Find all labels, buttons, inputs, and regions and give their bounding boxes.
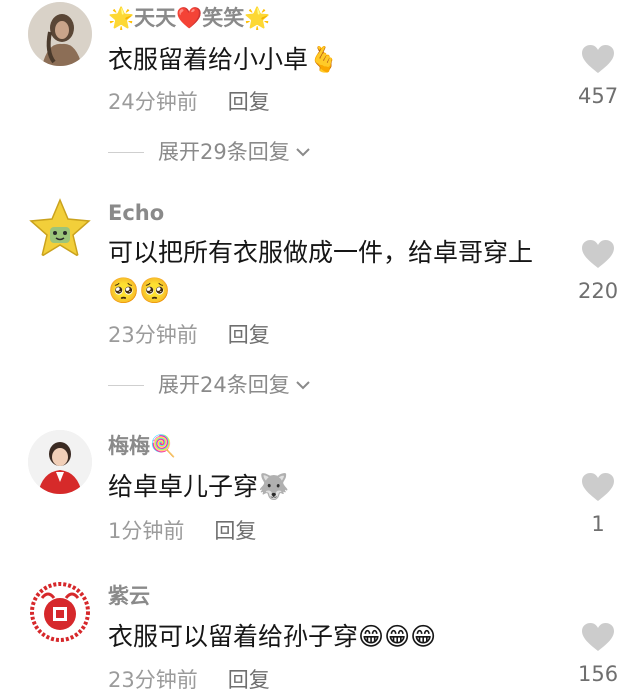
like-count: 457 bbox=[578, 84, 619, 108]
like-button[interactable]: 457 bbox=[578, 44, 618, 110]
timestamp: 23分钟前 bbox=[108, 323, 198, 347]
reply-button[interactable]: 回复 bbox=[228, 668, 270, 692]
comment-item: Echo 可以把所有衣服做成一件，给卓哥穿上🥺🥺 23分钟前 回复 展开24条回复… bbox=[0, 195, 640, 405]
heart-icon bbox=[582, 240, 614, 268]
avatar[interactable] bbox=[28, 580, 92, 644]
reply-button[interactable]: 回复 bbox=[214, 519, 256, 543]
like-button[interactable]: 1 bbox=[578, 472, 618, 538]
comment-meta: 23分钟前 回复 bbox=[108, 666, 270, 694]
reply-button[interactable]: 回复 bbox=[228, 90, 270, 114]
username[interactable]: Echo bbox=[108, 199, 164, 227]
star-character-avatar-icon bbox=[28, 197, 92, 261]
expand-replies-label: 展开24条回复 bbox=[158, 373, 290, 397]
username[interactable]: 梅梅🍭 bbox=[108, 432, 176, 460]
username[interactable]: 紫云 bbox=[108, 582, 150, 610]
like-count: 1 bbox=[591, 512, 605, 536]
reply-button[interactable]: 回复 bbox=[228, 323, 270, 347]
comment-text: 给卓卓儿子穿🐺 bbox=[108, 472, 290, 501]
heart-icon bbox=[582, 45, 614, 73]
avatar[interactable] bbox=[28, 197, 92, 261]
like-button[interactable]: 156 bbox=[578, 622, 618, 688]
like-button[interactable]: 220 bbox=[578, 239, 618, 305]
like-count: 220 bbox=[578, 279, 619, 303]
heart-icon bbox=[582, 623, 614, 651]
comment-text: 衣服可以留着给孙子穿😁😁😁 bbox=[108, 622, 437, 651]
comment-text: 可以把所有衣服做成一件，给卓哥穿上🥺🥺 bbox=[108, 238, 534, 305]
username[interactable]: 🌟天天❤️笑笑🌟 bbox=[108, 4, 270, 32]
chevron-down-icon bbox=[296, 148, 310, 157]
comment-meta: 23分钟前 回复 bbox=[108, 321, 270, 349]
comment-item: 梅梅🍭 给卓卓儿子穿🐺 1分钟前 回复 1 bbox=[0, 428, 640, 558]
woman-portrait-avatar-icon bbox=[28, 2, 92, 66]
comment-text: 衣服留着给小小卓🫰 bbox=[108, 45, 340, 74]
expand-replies-button[interactable]: 展开29条回复 bbox=[108, 138, 312, 166]
woman-red-jacket-avatar-icon bbox=[28, 430, 92, 494]
expand-replies-label: 展开29条回复 bbox=[158, 140, 290, 164]
heart-icon bbox=[582, 473, 614, 501]
comment-item: 🌟天天❤️笑笑🌟 衣服留着给小小卓🫰 24分钟前 回复 展开29条回复 457 bbox=[0, 0, 640, 180]
timestamp: 23分钟前 bbox=[108, 668, 198, 692]
avatar[interactable] bbox=[28, 430, 92, 494]
red-papercut-avatar-icon bbox=[28, 580, 92, 644]
comment-meta: 24分钟前 回复 bbox=[108, 88, 270, 116]
timestamp: 1分钟前 bbox=[108, 519, 185, 543]
comment-meta: 1分钟前 回复 bbox=[108, 517, 256, 545]
avatar[interactable] bbox=[28, 2, 92, 66]
timestamp: 24分钟前 bbox=[108, 90, 198, 114]
comment-item: 紫云 衣服可以留着给孙子穿😁😁😁 23分钟前 回复 156 bbox=[0, 578, 640, 692]
expand-replies-button[interactable]: 展开24条回复 bbox=[108, 371, 312, 399]
divider bbox=[108, 151, 144, 153]
chevron-down-icon bbox=[296, 381, 310, 390]
like-count: 156 bbox=[578, 662, 619, 686]
divider bbox=[108, 384, 144, 386]
